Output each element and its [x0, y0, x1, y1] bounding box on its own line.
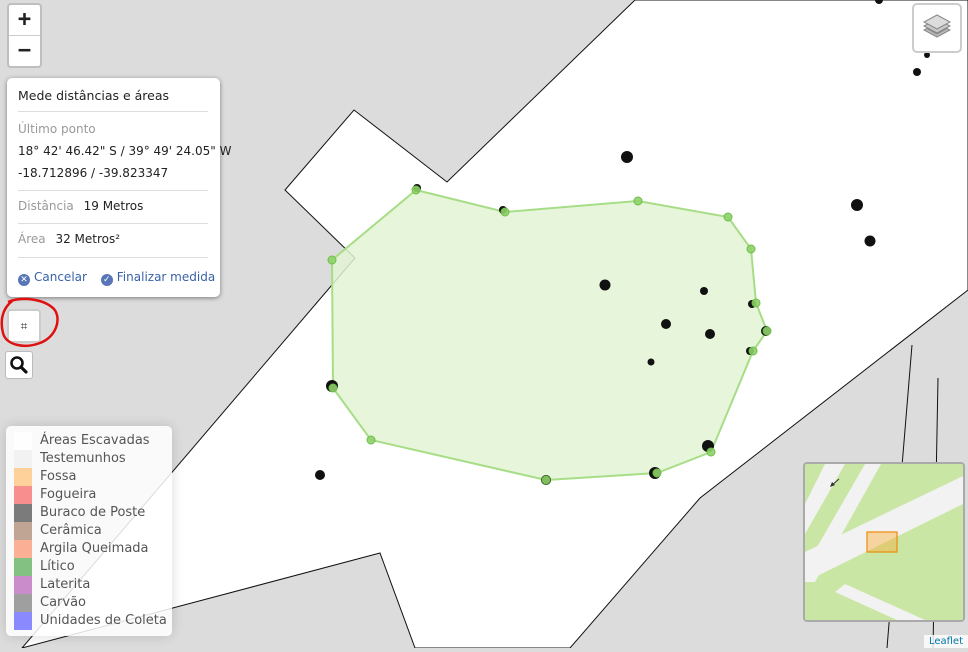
- minimap[interactable]: [803, 462, 965, 622]
- search-button[interactable]: [5, 351, 33, 379]
- area-label: Área: [18, 232, 46, 246]
- vertex[interactable]: [411, 185, 421, 195]
- measure-title: Mede distâncias e áreas: [18, 88, 170, 103]
- coords-dms: 18° 42' 46.42" S / 39° 49' 24.05" W: [18, 144, 232, 158]
- layers-icon: [922, 14, 952, 38]
- cancel-icon: ✕: [18, 274, 30, 286]
- feature: [700, 287, 708, 295]
- legend-swatch: [14, 504, 32, 522]
- check-icon: ✓: [100, 274, 113, 286]
- zoom-out-button[interactable]: −: [9, 35, 40, 66]
- feature: [599, 279, 611, 291]
- distance-value: 19 Metros: [83, 199, 144, 213]
- attribution-link[interactable]: Leaflet: [923, 635, 968, 648]
- vertex[interactable]: [748, 346, 758, 356]
- legend-swatch: [14, 432, 32, 450]
- last-point-label: Último ponto: [18, 122, 96, 136]
- feature: [851, 199, 863, 211]
- legend-swatch: [14, 522, 32, 540]
- minimap-view: [805, 464, 963, 620]
- zoom-control: + −: [7, 3, 42, 68]
- finish-measure-button[interactable]: ✓ Finalizar medida: [100, 270, 216, 286]
- divider: [18, 223, 208, 224]
- legend-swatch: [14, 540, 32, 558]
- measure-actions: ✕ Cancelar ✓ Finalizar medida: [18, 270, 215, 286]
- feature: [315, 470, 325, 480]
- legend-swatch: [14, 576, 32, 594]
- distance-row: Distância 19 Metros: [18, 199, 143, 213]
- measure-panel: Mede distâncias e áreas Último ponto 18°…: [7, 78, 231, 297]
- vertex[interactable]: [706, 447, 716, 457]
- vertex[interactable]: [541, 475, 551, 485]
- feature: [705, 329, 715, 339]
- vertex[interactable]: [327, 255, 337, 265]
- vertex[interactable]: [652, 468, 662, 478]
- measured-polygon[interactable]: [330, 188, 769, 482]
- distance-label: Distância: [18, 199, 74, 213]
- feature: [864, 235, 876, 247]
- feature: [621, 151, 633, 163]
- cancel-button[interactable]: ✕ Cancelar: [18, 270, 87, 286]
- cancel-label: Cancelar: [34, 270, 87, 284]
- area-value: 32 Metros²: [55, 232, 121, 246]
- vertex[interactable]: [633, 196, 643, 206]
- vertex[interactable]: [366, 435, 376, 445]
- feature: [661, 319, 671, 329]
- legend-swatch: [14, 450, 32, 468]
- search-icon: [10, 356, 28, 374]
- vertex[interactable]: [723, 212, 733, 222]
- vertex[interactable]: [500, 207, 510, 217]
- zoom-in-button[interactable]: +: [9, 5, 40, 35]
- legend-swatch: [14, 558, 32, 576]
- layers-button[interactable]: [912, 3, 962, 53]
- legend-swatch: [14, 486, 32, 504]
- legend-swatch: [14, 594, 32, 612]
- feature: [647, 358, 655, 366]
- red-annotation-circle: [0, 297, 59, 347]
- divider: [18, 111, 208, 112]
- vertex[interactable]: [746, 244, 756, 254]
- divider: [18, 257, 208, 258]
- finish-label: Finalizar medida: [116, 270, 216, 284]
- legend-swatch: [14, 612, 32, 630]
- legend-swatch: [14, 468, 32, 486]
- coords-decimal: -18.712896 / -39.823347: [18, 166, 169, 180]
- area-row: Área 32 Metros²: [18, 232, 120, 246]
- map-legend: Áreas Escavadas Testemunhos Fossa Foguei…: [6, 426, 172, 636]
- divider: [18, 190, 208, 191]
- vertex[interactable]: [762, 326, 772, 336]
- vertex[interactable]: [328, 383, 338, 393]
- vertex[interactable]: [751, 298, 761, 308]
- feature: [913, 68, 921, 76]
